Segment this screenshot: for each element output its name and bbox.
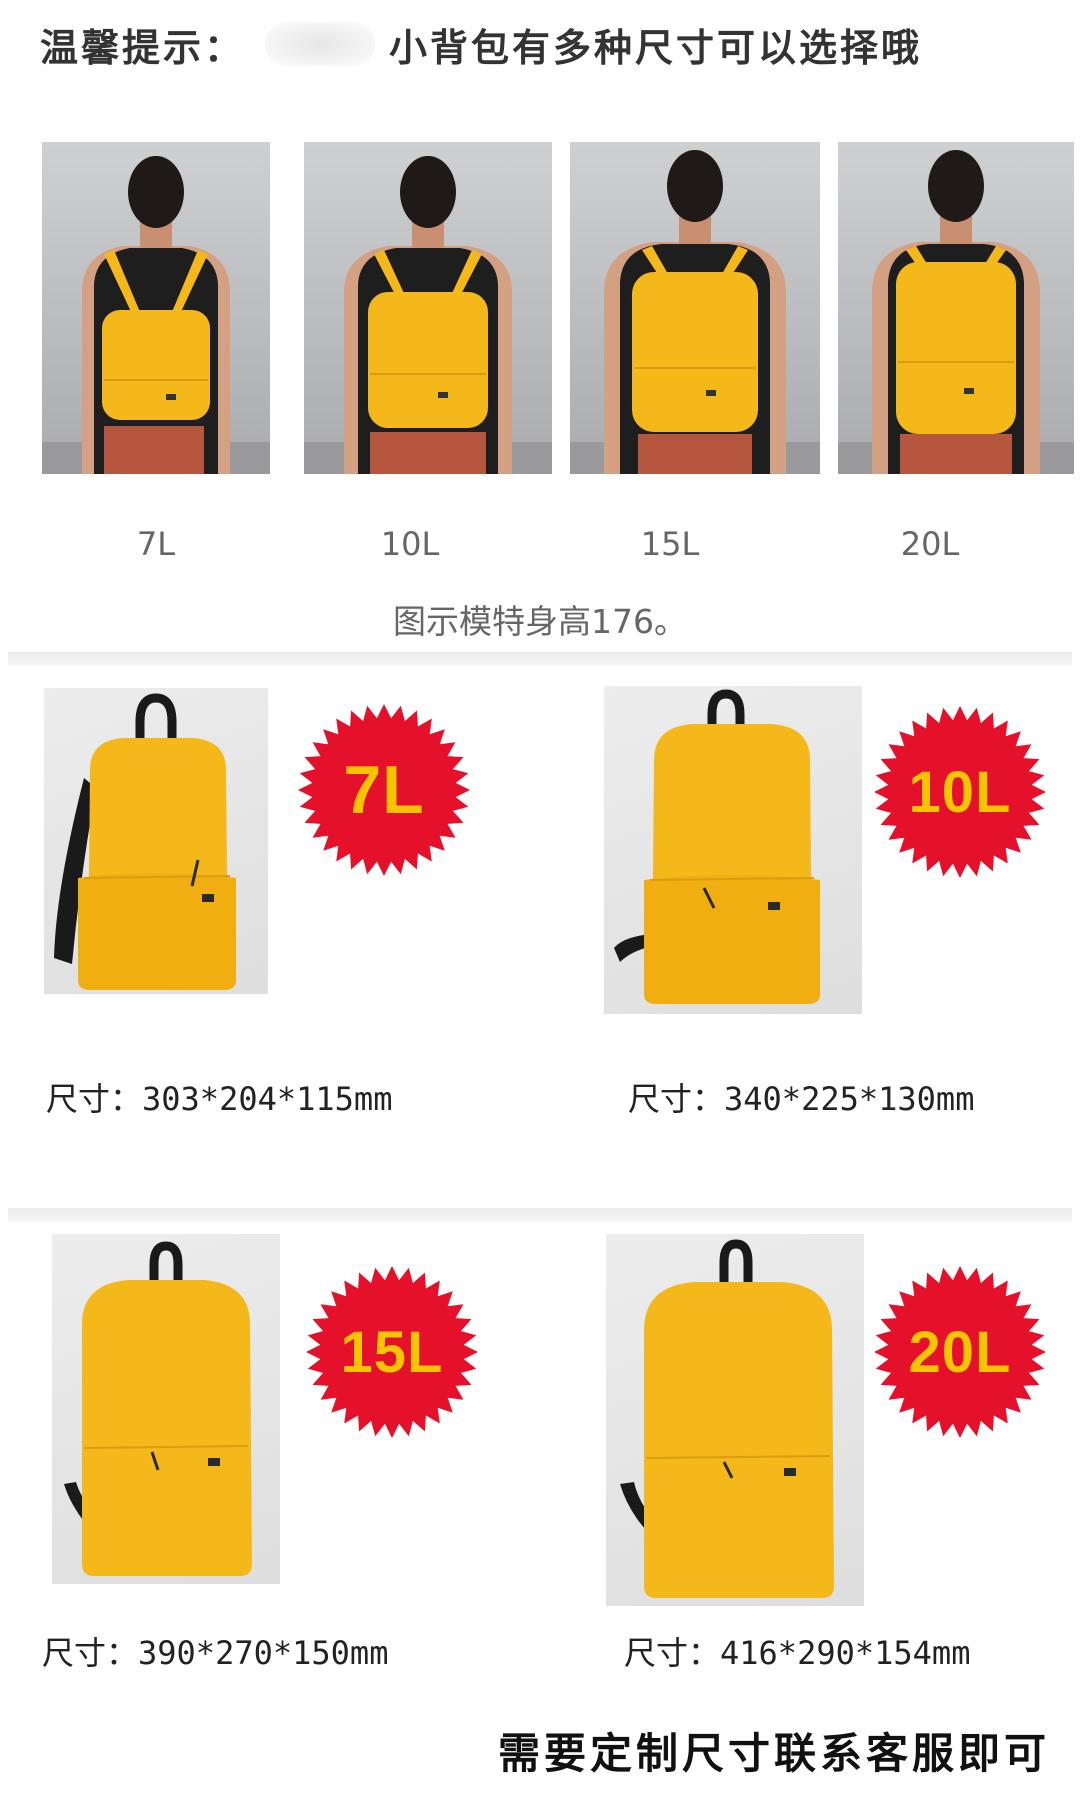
product-photo-7l [44, 688, 268, 994]
badge-label-15l: 15L [340, 1319, 444, 1385]
model-label-15l: 15L [640, 525, 700, 563]
badge-starburst-10l: 10L [872, 704, 1048, 880]
size-text-10l: 尺寸：340*225*130mm [628, 1080, 975, 1118]
model-photo-15l [570, 142, 820, 474]
size-text-7l: 尺寸：303*204*115mm [46, 1080, 393, 1118]
badge-label-7l: 7L [343, 752, 425, 828]
badge-starburst-15l: 15L [304, 1264, 480, 1440]
model-label-7l: 7L [136, 525, 176, 563]
model-label-20l: 20L [900, 525, 960, 563]
badge-starburst-7l: 7L [296, 702, 472, 878]
model-photo-20l [838, 142, 1074, 474]
size-text-20l: 尺寸：416*290*154mm [624, 1634, 971, 1672]
product-photo-10l [604, 686, 862, 1014]
section-divider [8, 1208, 1072, 1222]
badge-label-10l: 10L [908, 759, 1012, 825]
size-text-15l: 尺寸：390*270*150mm [42, 1634, 389, 1672]
product-photo-15l [52, 1234, 280, 1584]
notice-header: 温馨提示： 小背包有多种尺寸可以选择哦 [40, 14, 922, 74]
badge-label-20l: 20L [908, 1319, 1012, 1385]
model-label-10l: 10L [380, 525, 440, 563]
model-height-caption: 图示模特身高176。 [393, 602, 687, 641]
custom-size-footer: 需要定制尺寸联系客服即可 [497, 1729, 1050, 1778]
model-photo-7l [42, 142, 270, 474]
notice-prefix: 温馨提示： [40, 25, 246, 70]
blurred-region [265, 22, 376, 66]
badge-starburst-20l: 20L [872, 1264, 1048, 1440]
model-photo-10l [304, 142, 552, 474]
notice-message: 小背包有多种尺寸可以选择哦 [389, 25, 923, 70]
product-photo-20l [606, 1234, 864, 1606]
section-divider [8, 652, 1072, 666]
